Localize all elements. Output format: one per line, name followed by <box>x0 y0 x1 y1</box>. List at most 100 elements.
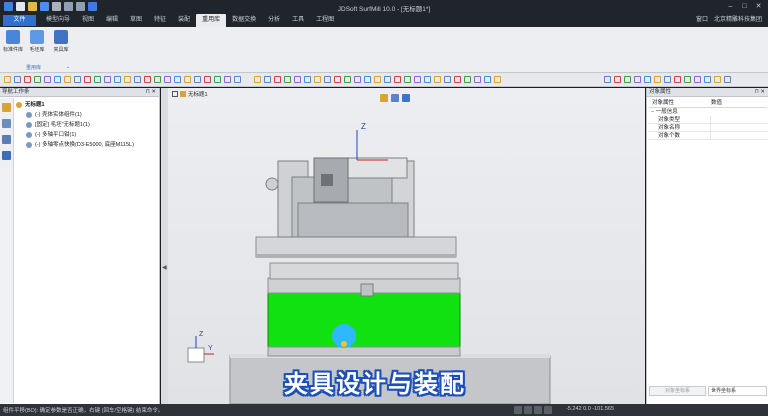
toolbar-tool-icon[interactable] <box>464 76 471 83</box>
toolbar-tool-icon[interactable] <box>174 76 181 83</box>
collapse-left-icon[interactable]: ◀ <box>162 264 167 272</box>
object-coord-button[interactable]: 对象坐标系 <box>649 386 706 396</box>
fixture-library-button[interactable]: 夹具库 <box>50 30 72 53</box>
tree-item[interactable]: (-) 多轴零点快换(D3-E5000, 底座M115L) <box>16 140 156 150</box>
table-row[interactable]: 对象名称 <box>649 124 767 132</box>
maximize-button[interactable]: □ <box>739 2 750 12</box>
tree-root[interactable]: 无标题1 <box>16 100 156 110</box>
toolbar-tool-icon[interactable] <box>24 76 31 83</box>
toolbar-tool-icon[interactable] <box>4 76 11 83</box>
tab-model-wizard[interactable]: 模型向导 <box>40 14 76 27</box>
toolbar-tool-icon[interactable] <box>194 76 201 83</box>
toolbar-tool-icon[interactable] <box>364 76 371 83</box>
general-info-group[interactable]: − 一般信息 <box>649 108 767 116</box>
panel-splitter[interactable]: ◀ <box>161 88 168 404</box>
tab-assembly[interactable]: 装配 <box>172 14 196 27</box>
file-menu-button[interactable]: 文件 <box>3 15 36 26</box>
layers-icon[interactable] <box>2 135 11 144</box>
blank-library-button[interactable]: 毛坯库 <box>26 30 48 53</box>
3d-viewport[interactable]: 无标题1 Z Z Y <box>168 88 645 404</box>
model-tree-icon[interactable] <box>2 103 11 112</box>
toolbar-tool-icon[interactable] <box>284 76 291 83</box>
toolbar-tool-icon[interactable] <box>74 76 81 83</box>
toolbar-tool-icon[interactable] <box>294 76 301 83</box>
toolbar-tool-icon[interactable] <box>214 76 221 83</box>
toolbar-tool-icon[interactable] <box>374 76 381 83</box>
toolbar-tool-icon[interactable] <box>54 76 61 83</box>
toolbar-tool-icon[interactable] <box>454 76 461 83</box>
snap-point[interactable] <box>341 341 347 347</box>
toolbar-tool-icon[interactable] <box>644 76 651 83</box>
tab-data-exchange[interactable]: 数据交换 <box>226 14 262 27</box>
toolbar-tool-icon[interactable] <box>694 76 701 83</box>
toolbar-tool-icon[interactable] <box>444 76 451 83</box>
toolbar-tool-icon[interactable] <box>344 76 351 83</box>
tab-analysis[interactable]: 分析 <box>262 14 286 27</box>
panel-close-icon[interactable]: ⊓ ✕ <box>755 88 765 97</box>
toolbar-tool-icon[interactable] <box>264 76 271 83</box>
window-menu[interactable]: 窗口 <box>696 14 708 27</box>
collapse-icon[interactable]: − <box>651 109 654 115</box>
tree-item[interactable]: (-) 多轴平口钳(1) <box>16 130 156 140</box>
toolbar-tool-icon[interactable] <box>654 76 661 83</box>
tab-drawing[interactable]: 工程图 <box>310 14 340 27</box>
toolbar-tool-icon[interactable] <box>134 76 141 83</box>
toolbar-tool-icon[interactable] <box>274 76 281 83</box>
toolbar-tool-icon[interactable] <box>684 76 691 83</box>
components-icon[interactable] <box>2 119 11 128</box>
toolbar-tool-icon[interactable] <box>414 76 421 83</box>
toolbar-tool-icon[interactable] <box>34 76 41 83</box>
assembly-scene[interactable]: Z Z Y <box>168 88 645 404</box>
toolbar-tool-icon[interactable] <box>674 76 681 83</box>
toolbar-tool-icon[interactable] <box>724 76 731 83</box>
toolbar-tool-icon[interactable] <box>484 76 491 83</box>
toolbar-tool-icon[interactable] <box>664 76 671 83</box>
toolbar-tool-icon[interactable] <box>154 76 161 83</box>
toolbar-tool-icon[interactable] <box>334 76 341 83</box>
ortho-toggle-icon[interactable] <box>534 406 542 414</box>
world-coord-select[interactable]: 世界坐标系 <box>708 386 767 396</box>
panel-pin-icon[interactable]: ⊓ ✕ <box>146 88 156 97</box>
toolbar-tool-icon[interactable] <box>394 76 401 83</box>
units-toggle-icon[interactable] <box>544 406 552 414</box>
toolbar-tool-icon[interactable] <box>604 76 611 83</box>
toolbar-tool-icon[interactable] <box>184 76 191 83</box>
tab-edit[interactable]: 编辑 <box>100 14 124 27</box>
table-row[interactable]: 对象个数 <box>649 132 767 140</box>
grid-toggle-icon[interactable] <box>524 406 532 414</box>
toolbar-tool-icon[interactable] <box>714 76 721 83</box>
tab-view[interactable]: 视图 <box>76 14 100 27</box>
toolbar-tool-icon[interactable] <box>204 76 211 83</box>
toolbar-tool-icon[interactable] <box>14 76 21 83</box>
tab-tools[interactable]: 工具 <box>286 14 310 27</box>
toolbar-tool-icon[interactable] <box>164 76 171 83</box>
tree-item[interactable]: [固定] 毛坯"无标题1(1) <box>16 120 156 130</box>
toolbar-tool-icon[interactable] <box>704 76 711 83</box>
toolbar-tool-icon[interactable] <box>324 76 331 83</box>
minimize-button[interactable]: – <box>725 2 736 12</box>
close-button[interactable]: ✕ <box>753 2 764 12</box>
toolbar-tool-icon[interactable] <box>304 76 311 83</box>
tab-reuse-library[interactable]: 重用库 <box>196 14 227 27</box>
tab-sketch[interactable]: 草图 <box>124 14 148 27</box>
toolbar-tool-icon[interactable] <box>494 76 501 83</box>
snap-toggle-icon[interactable] <box>514 406 522 414</box>
camera-icon[interactable] <box>2 151 11 160</box>
toolbar-tool-icon[interactable] <box>144 76 151 83</box>
toolbar-tool-icon[interactable] <box>614 76 621 83</box>
toolbar-tool-icon[interactable] <box>94 76 101 83</box>
toolbar-tool-icon[interactable] <box>254 76 261 83</box>
toolbar-tool-icon[interactable] <box>44 76 51 83</box>
ribbon-expand-icon[interactable]: ⌄ <box>66 64 70 70</box>
toolbar-tool-icon[interactable] <box>404 76 411 83</box>
toolbar-tool-icon[interactable] <box>114 76 121 83</box>
toolbar-tool-icon[interactable] <box>224 76 231 83</box>
toolbar-tool-icon[interactable] <box>354 76 361 83</box>
toolbar-tool-icon[interactable] <box>474 76 481 83</box>
toolbar-tool-icon[interactable] <box>124 76 131 83</box>
standard-parts-library-button[interactable]: 标准件库 <box>2 30 24 53</box>
table-row[interactable]: 对象类型 <box>649 116 767 124</box>
tab-feature[interactable]: 特征 <box>148 14 172 27</box>
toolbar-tool-icon[interactable] <box>104 76 111 83</box>
toolbar-tool-icon[interactable] <box>84 76 91 83</box>
